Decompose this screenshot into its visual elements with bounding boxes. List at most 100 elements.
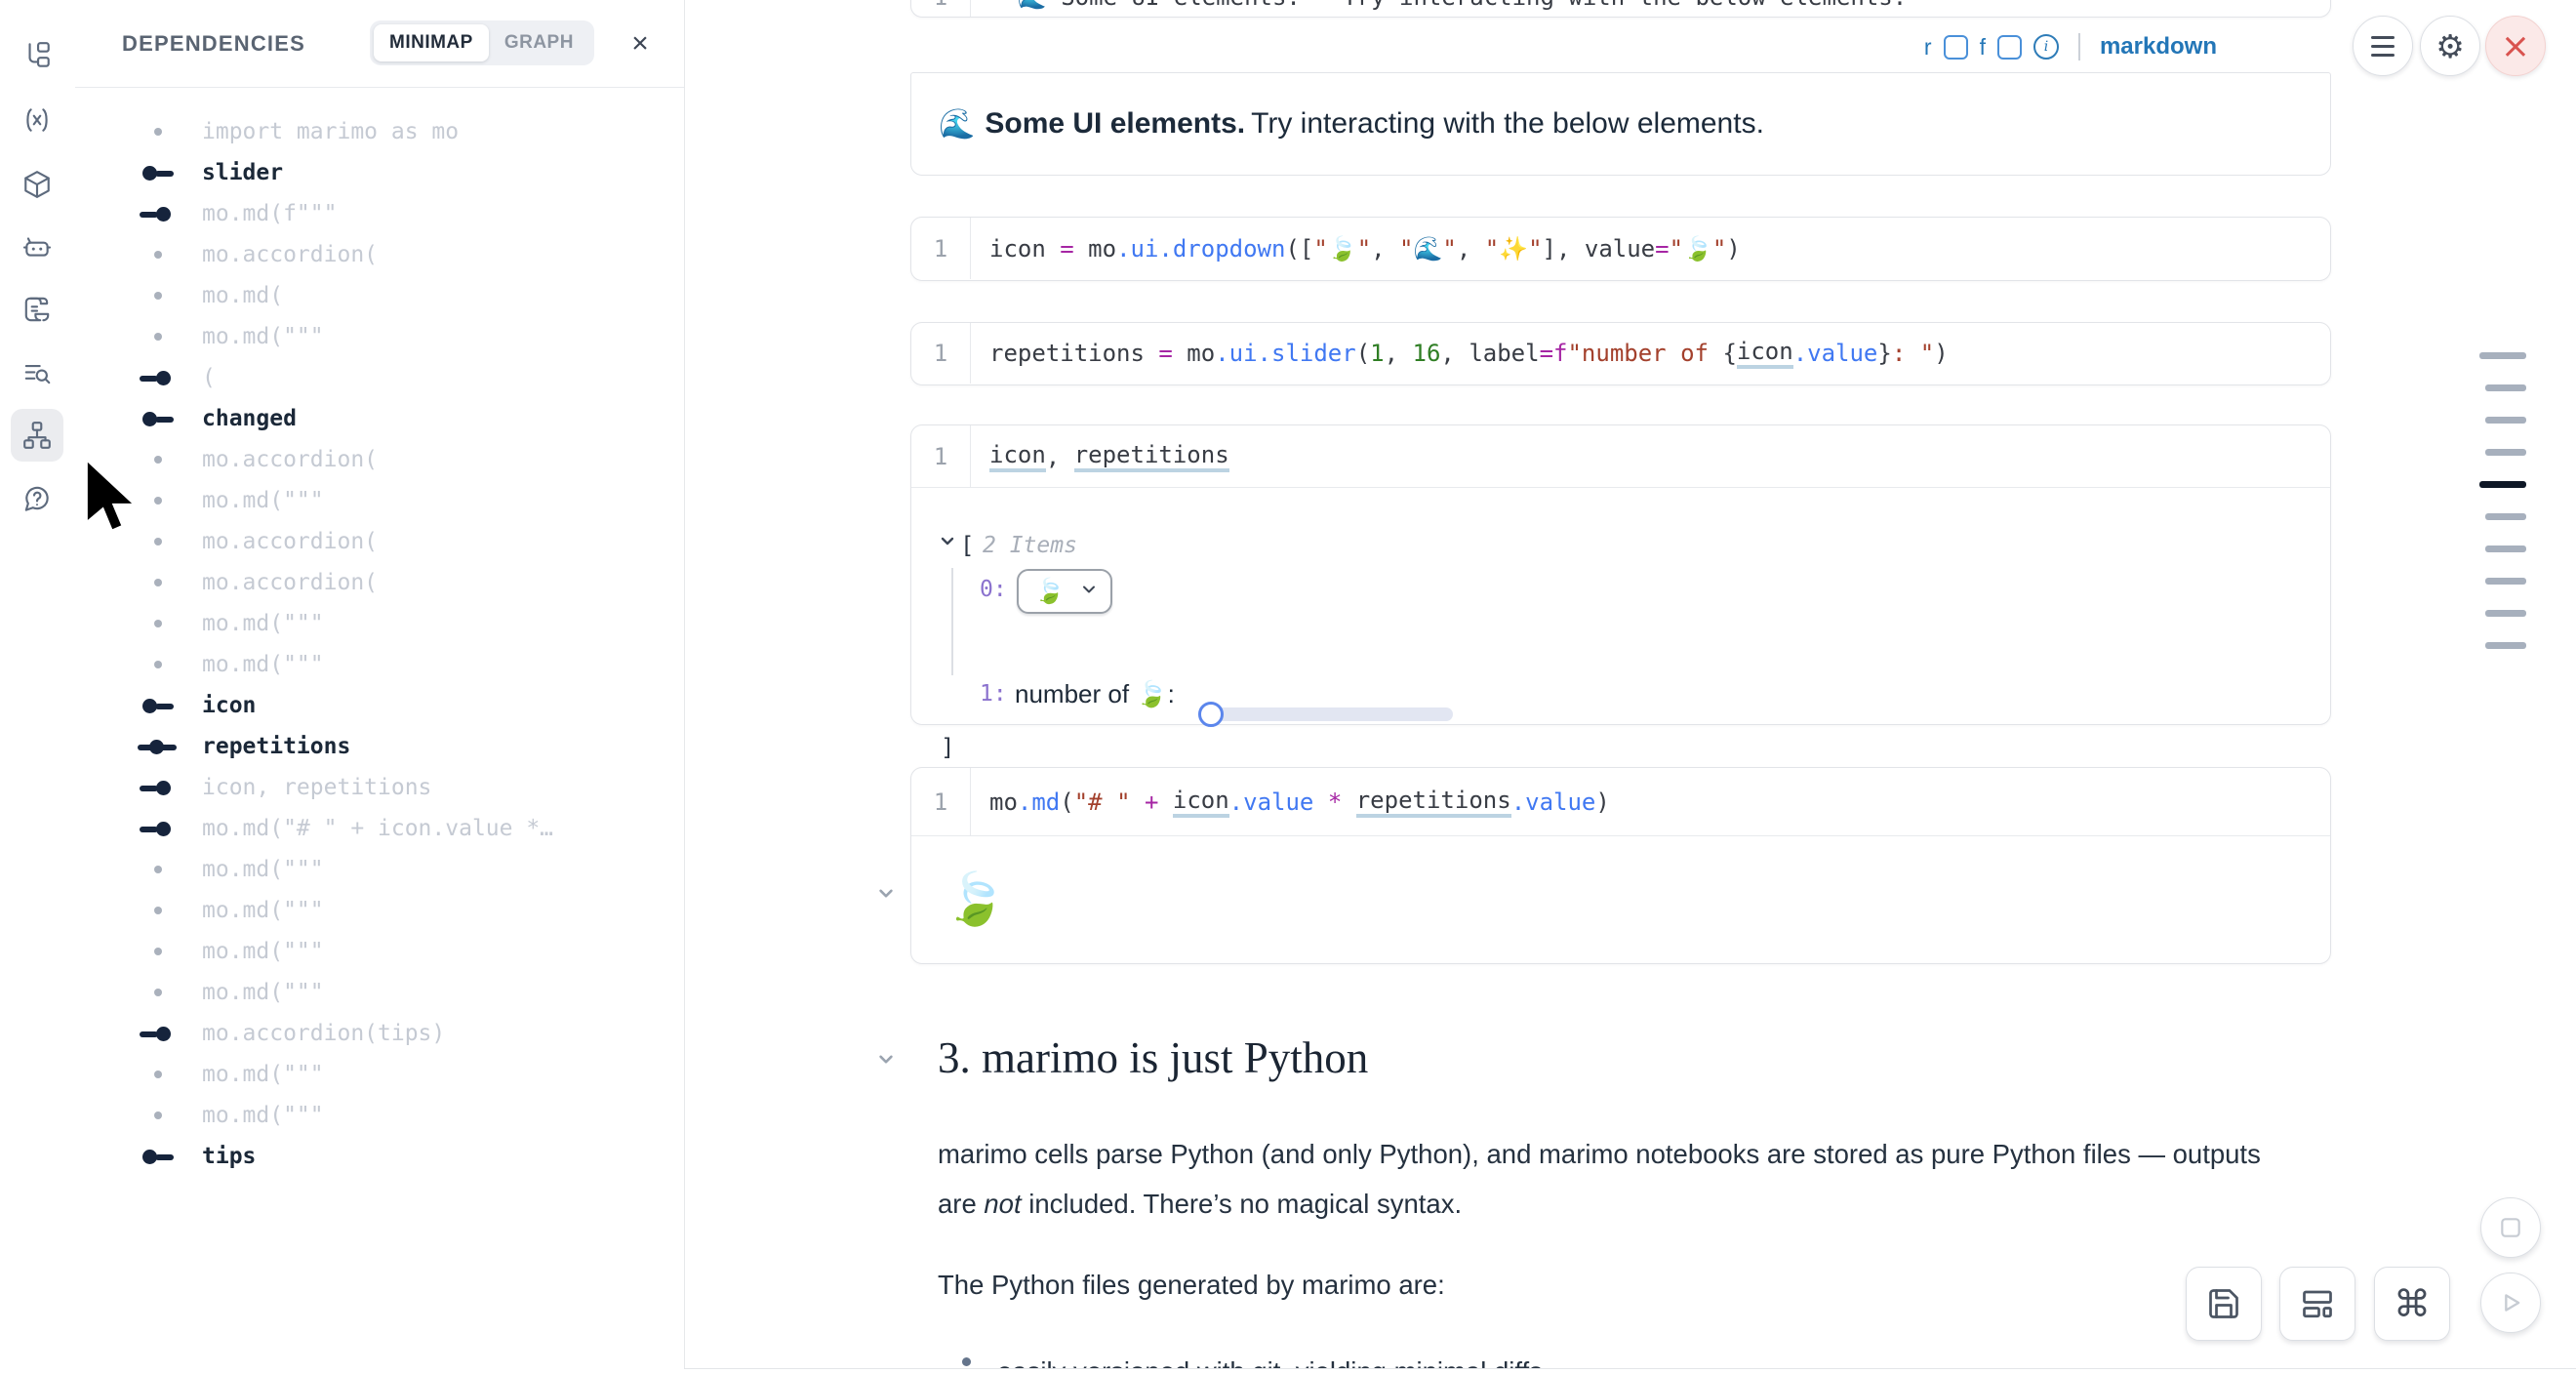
- reactive-checkbox[interactable]: [1944, 35, 1968, 60]
- stop-button[interactable]: [2480, 1197, 2541, 1258]
- minimap-item[interactable]: mo.md(""": [75, 603, 684, 644]
- collapse-output-icon[interactable]: [936, 529, 959, 557]
- close-panel-button[interactable]: ×: [622, 25, 659, 62]
- format-checkbox[interactable]: [1997, 35, 2022, 60]
- cell-tuple[interactable]: 1 icon, repetitions [ 2 Items 0: 🍃 1: nu…: [910, 424, 2331, 725]
- minimap-item[interactable]: mo.accordion(: [75, 521, 684, 562]
- minimap-item[interactable]: mo.accordion(: [75, 562, 684, 603]
- minimap-item[interactable]: repetitions: [75, 726, 684, 767]
- line-number: 1: [911, 0, 971, 18]
- minimap-item[interactable]: mo.md(: [75, 275, 684, 316]
- gear-icon: ⚙: [2435, 27, 2465, 65]
- minimap-item[interactable]: mo.md(""": [75, 644, 684, 685]
- minimap-item[interactable]: mo.accordion(: [75, 439, 684, 480]
- minimap-item[interactable]: mo.md(""": [75, 931, 684, 972]
- minimap-item-label: icon, repetitions: [202, 775, 431, 800]
- minimap-item[interactable]: mo.md(""": [75, 972, 684, 1013]
- minimap-item[interactable]: mo.md(""": [75, 316, 684, 357]
- settings-button[interactable]: ⚙: [2420, 16, 2480, 76]
- minimap-item-label: mo.md(""": [202, 980, 324, 1005]
- minimap-item-label: mo.md("# " + icon.value *…: [202, 816, 553, 841]
- minimap-item[interactable]: icon: [75, 685, 684, 726]
- cell-collapse-icon[interactable]: [873, 880, 899, 910]
- cell-slider-def[interactable]: 1 repetitions = mo.ui.slider(1, 16, labe…: [910, 322, 2331, 385]
- cell-dropdown-def[interactable]: 1 icon = mo.ui.dropdown(["🍃", "🌊", "✨"],…: [910, 217, 2331, 281]
- icon-dropdown-select[interactable]: 🍃: [1017, 569, 1112, 614]
- tab-graph[interactable]: GRAPH: [489, 24, 589, 61]
- run-button[interactable]: [2480, 1273, 2541, 1333]
- section-heading: 3. marimo is just Python: [938, 1032, 1368, 1083]
- scroll-dash[interactable]: [2485, 417, 2526, 424]
- minimap-item[interactable]: mo.accordion(tips): [75, 1013, 684, 1054]
- minimap-item-label: import marimo as mo: [202, 119, 459, 144]
- minimap-item[interactable]: slider: [75, 152, 684, 193]
- line-number: 1: [911, 218, 971, 279]
- scroll-dash[interactable]: [2479, 352, 2526, 359]
- cell-marker-dot-icon: [134, 644, 181, 685]
- keyboard-shortcuts-button[interactable]: ⌘: [2374, 1267, 2450, 1341]
- minimap-item[interactable]: mo.md(""": [75, 480, 684, 521]
- minimap-item[interactable]: mo.md(f""": [75, 193, 684, 234]
- stop-icon: [2498, 1215, 2523, 1240]
- code-line[interactable]: mo.md("# " + icon.value * repetitions.va…: [989, 768, 1610, 835]
- packages-icon[interactable]: [11, 158, 63, 211]
- layout-select-button[interactable]: [2279, 1267, 2355, 1341]
- scroll-dash-active[interactable]: [2479, 481, 2526, 488]
- minimap-item[interactable]: mo.md(""": [75, 1054, 684, 1095]
- code-line[interactable]: icon, repetitions: [989, 425, 1229, 487]
- view-mode-tabs: MINIMAP GRAPH: [370, 20, 594, 65]
- save-button[interactable]: [2186, 1267, 2262, 1341]
- minimap-item-label: mo.md(""": [202, 652, 324, 677]
- logs-icon[interactable]: [11, 283, 63, 336]
- file-tree-icon[interactable]: [11, 29, 63, 82]
- section-collapse-icon[interactable]: [873, 1046, 899, 1076]
- dependencies-icon[interactable]: [11, 409, 63, 462]
- scroll-dash[interactable]: [2485, 449, 2526, 456]
- variables-icon[interactable]: [11, 94, 63, 146]
- minimap-item[interactable]: icon, repetitions: [75, 767, 684, 808]
- cell-marker-dot-icon: [134, 603, 181, 644]
- minimap-item[interactable]: tips: [75, 1136, 684, 1177]
- help-icon[interactable]: [11, 473, 63, 526]
- minimap-item-label: mo.md(""": [202, 1103, 324, 1128]
- slider-handle[interactable]: [1198, 702, 1224, 727]
- tab-minimap[interactable]: MINIMAP: [374, 24, 489, 61]
- minimap-item[interactable]: (: [75, 357, 684, 398]
- mouse-cursor: [82, 457, 158, 545]
- chevron-down-icon: [1079, 578, 1099, 606]
- cell-marker-dot-icon: [134, 890, 181, 931]
- minimap-item-label: mo.md(""": [202, 488, 324, 513]
- minimap-item-label: mo.md(f""": [202, 201, 337, 226]
- close-icon: ×: [2501, 26, 2530, 66]
- info-icon[interactable]: i: [2033, 34, 2059, 60]
- cell-md-expr[interactable]: 1 mo.md("# " + icon.value * repetitions.…: [910, 767, 2331, 964]
- scroll-dash[interactable]: [2485, 610, 2526, 617]
- snippets-search-icon[interactable]: [11, 346, 63, 399]
- minimap-item[interactable]: mo.md("# " + icon.value *…: [75, 808, 684, 849]
- notebook-menu-button[interactable]: [2353, 16, 2413, 76]
- code-line[interactable]: repetitions = mo.ui.slider(1, 16, label=…: [989, 323, 1949, 384]
- cell-marker-in-icon: [134, 767, 181, 808]
- minimap-item[interactable]: changed: [75, 398, 684, 439]
- cell-intro-code[interactable]: 1 **🌊 Some UI elements.** Try interactin…: [910, 0, 2331, 18]
- cell-language-badge[interactable]: markdown: [2100, 33, 2217, 61]
- slider-track[interactable]: [1211, 707, 1453, 721]
- scroll-dash[interactable]: [2485, 578, 2526, 585]
- code-line[interactable]: **🌊 Some UI elements.** Try interacting …: [989, 0, 1907, 18]
- scroll-dash[interactable]: [2485, 546, 2526, 552]
- code-line[interactable]: icon = mo.ui.dropdown(["🍃", "🌊", "✨"], v…: [989, 218, 1741, 279]
- scroll-dash[interactable]: [2485, 384, 2526, 391]
- minimap-item[interactable]: mo.md(""": [75, 890, 684, 931]
- minimap-item[interactable]: mo.md(""": [75, 849, 684, 890]
- scroll-position-indicator[interactable]: [2479, 352, 2530, 674]
- scroll-dash[interactable]: [2485, 642, 2526, 649]
- scroll-dash[interactable]: [2485, 513, 2526, 520]
- minimap-item[interactable]: mo.md(""": [75, 1095, 684, 1136]
- shutdown-button[interactable]: ×: [2485, 16, 2546, 76]
- minimap-item[interactable]: mo.accordion(: [75, 234, 684, 275]
- cell-marker-in-icon: [134, 357, 181, 398]
- ai-assistant-icon[interactable]: [11, 221, 63, 273]
- cell-marker-dot-icon: [134, 931, 181, 972]
- cell-config-toolbar: r f i markdown: [1924, 25, 2217, 68]
- minimap-item[interactable]: import marimo as mo: [75, 111, 684, 152]
